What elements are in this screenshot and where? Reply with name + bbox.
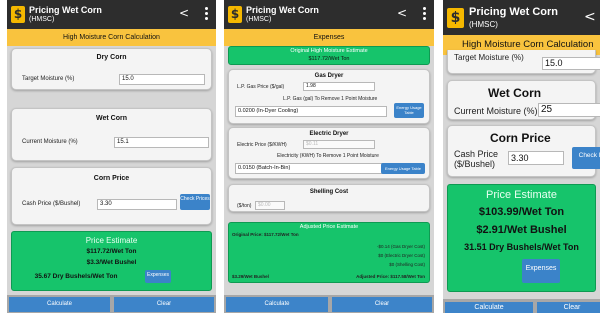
electric-dryer-cost-line: $0 (Electric Dryer Cost)	[378, 253, 425, 258]
adjusted-price: Adjusted Price: $117.58/Wet Ton	[356, 274, 425, 279]
estimate-per-bushel: $2.91/Wet Bushel	[476, 224, 567, 236]
card-title: Corn Price	[93, 175, 130, 182]
dollar-icon: $	[228, 6, 242, 23]
original-estimate-panel: Original High Moisture Estimate $117.72/…	[228, 46, 430, 65]
estimate-dry-bushels: 35.67 Dry Bushels/Wet Ton	[34, 273, 118, 280]
estimate-dry-bushels: 31.51 Dry Bushels/Wet Ton	[464, 242, 579, 252]
wet-corn-card: Wet Corn Current Moisture (%) 25	[447, 80, 600, 120]
estimate-per-ton: $117.72/Wet Ton	[86, 248, 137, 255]
gas-energy-usage-table-button[interactable]: Energy Usage Table	[394, 103, 424, 118]
cash-price-label: Cash Price	[454, 149, 499, 159]
electric-price-input[interactable]: $0.11	[303, 140, 375, 149]
share-icon[interactable]: <	[179, 6, 189, 20]
electric-energy-usage-table-button[interactable]: Energy Usage Table	[381, 163, 425, 174]
clear-button[interactable]: Clear	[537, 302, 600, 313]
bottom-bar: Calculate Clear	[224, 295, 434, 313]
cash-price-label: Cash Price ($/Bushel)	[22, 201, 81, 207]
current-moisture-label: Current Moisture (%)	[22, 139, 78, 145]
share-icon[interactable]: <	[397, 6, 407, 20]
dollar-icon: $	[11, 6, 25, 23]
dry-corn-card: Dry Corn Target Moisture (%) 15.0	[11, 48, 212, 90]
more-vert-icon[interactable]	[205, 7, 209, 21]
target-moisture-label: Target Moisture (%)	[454, 53, 524, 62]
original-estimate-title: Original High Moisture Estimate	[290, 48, 368, 54]
electricity-remove-label: Electricity (KWH) To Remove 1 Point Mois…	[277, 153, 379, 159]
electric-dryer-card: Electric Dryer Electric Price ($/KWH) $0…	[228, 127, 430, 179]
card-title: Gas Dryer	[314, 73, 344, 79]
shelling-cost-label: ($/ton)	[237, 203, 252, 209]
section-title: Expenses	[224, 29, 434, 46]
lp-gas-price-label: L.P. Gas Price ($/gal)	[237, 84, 285, 90]
app-subtitle: (HMSC)	[29, 16, 55, 23]
app-title: Pricing Wet Corn	[246, 5, 319, 15]
card-title: Electric Dryer	[309, 131, 349, 137]
card-title: Shelling Cost	[309, 189, 349, 195]
check-prices-button[interactable]: Check Prices	[180, 194, 210, 210]
original-estimate-value: $117.72/Wet Ton	[308, 56, 350, 62]
lp-gas-usage-select[interactable]: 0.0200 (In-Dyer Cooling)	[235, 106, 387, 117]
current-moisture-input[interactable]: 25	[538, 103, 600, 117]
gas-dryer-card: Gas Dryer L.P. Gas Price ($/gal) 1.98 L.…	[228, 69, 430, 124]
share-icon[interactable]: <	[584, 9, 596, 25]
app-bar: $ Pricing Wet Corn (HMSC) <	[224, 0, 434, 29]
cash-price-input[interactable]: 3.30	[508, 151, 564, 165]
app-bar: $ Pricing Wet Corn (HMSC) <	[7, 0, 216, 29]
adjusted-original-price: Original Price: $117.72/Wet Ton	[232, 232, 299, 237]
expenses-button[interactable]: Expenses	[145, 270, 171, 283]
clear-button[interactable]: Clear	[114, 297, 214, 312]
card-title: Wet Corn	[488, 86, 542, 100]
adjusted-per-bushel: $3.29/Wet Bushel	[232, 274, 269, 279]
expenses-button[interactable]: Expenses	[522, 259, 560, 283]
screen-expenses: $ Pricing Wet Corn (HMSC) < Expenses Ori…	[224, 0, 434, 313]
dollar-icon: $	[447, 8, 464, 28]
corn-price-card: Corn Price Cash Price ($/Bushel) 3.30 Ch…	[11, 167, 212, 225]
price-estimate-panel: Price Estimate $103.99/Wet Ton $2.91/Wet…	[447, 184, 596, 292]
screen-basic-calculation: $ Pricing Wet Corn (HMSC) < High Moistur…	[7, 0, 216, 313]
gas-dryer-cost-line: -$0.14 (Gas Dryer Cost)	[376, 244, 425, 249]
price-estimate-panel: Price Estimate $117.72/Wet Ton $3.3/Wet …	[11, 231, 212, 291]
cash-price-input[interactable]: 3.30	[97, 199, 177, 210]
bottom-bar: Calculate Clear	[7, 295, 216, 313]
target-moisture-input[interactable]: 15.0	[119, 74, 205, 85]
electricity-usage-select[interactable]: 0.0150 (Batch-In-Bin)	[235, 163, 387, 174]
check-prices-button[interactable]: Check Pr	[572, 147, 600, 169]
adjusted-estimate-panel: Adjusted Price Estimate Original Price: …	[228, 222, 430, 283]
estimate-title: Price Estimate	[486, 189, 557, 201]
card-title: Wet Corn	[96, 115, 127, 122]
target-moisture-label: Target Moisture (%)	[22, 76, 75, 82]
dry-corn-card: Target Moisture (%) 15.0	[447, 50, 600, 74]
wet-corn-card: Wet Corn Current Moisture (%) 15.1	[11, 108, 212, 161]
current-moisture-label: Current Moisture (%)	[454, 106, 538, 116]
app-bar: $ Pricing Wet Corn (HMSC) <	[443, 0, 600, 35]
app-title: Pricing Wet Corn	[469, 6, 559, 18]
estimate-per-ton: $103.99/Wet Ton	[478, 206, 565, 218]
bottom-bar: Calculate Clear	[443, 299, 600, 313]
calculate-button[interactable]: Calculate	[9, 297, 110, 312]
estimate-per-bushel: $3.3/Wet Bushel	[86, 259, 137, 266]
shelling-cost-card: Shelling Cost ($/ton) $0.00	[228, 184, 430, 212]
shelling-cost-line: $0 (Shelling Cost)	[389, 262, 425, 267]
current-moisture-input[interactable]: 15.1	[114, 137, 209, 148]
app-title: Pricing Wet Corn	[29, 5, 102, 15]
cash-price-unit-label: ($/Bushel)	[454, 159, 496, 169]
section-title: High Moisture Corn Calculation	[7, 29, 216, 46]
app-subtitle: (HMSC)	[246, 16, 272, 23]
screen-calculation-zoomed: $ Pricing Wet Corn (HMSC) < High Moistur…	[443, 0, 600, 313]
adjusted-estimate-title: Adjusted Price Estimate	[299, 224, 359, 230]
card-title: Dry Corn	[96, 54, 127, 61]
app-subtitle: (HMSC)	[469, 20, 498, 29]
card-title: Corn Price	[490, 131, 551, 145]
target-moisture-input[interactable]: 15.0	[542, 57, 600, 70]
calculate-button[interactable]: Calculate	[226, 297, 328, 312]
calculate-button[interactable]: Calculate	[445, 302, 533, 313]
corn-price-card: Corn Price Cash Price ($/Bushel) 3.30 Ch…	[447, 125, 600, 177]
more-vert-icon[interactable]	[423, 7, 427, 21]
clear-button[interactable]: Clear	[332, 297, 432, 312]
estimate-title: Price Estimate	[85, 236, 138, 245]
shelling-cost-input[interactable]: $0.00	[255, 201, 285, 210]
lp-gas-remove-label: L.P. Gas (gal) To Remove 1 Point Moistur…	[283, 96, 378, 102]
electric-price-label: Electric Price ($/KWH)	[237, 142, 287, 148]
lp-gas-price-input[interactable]: 1.98	[303, 82, 375, 91]
